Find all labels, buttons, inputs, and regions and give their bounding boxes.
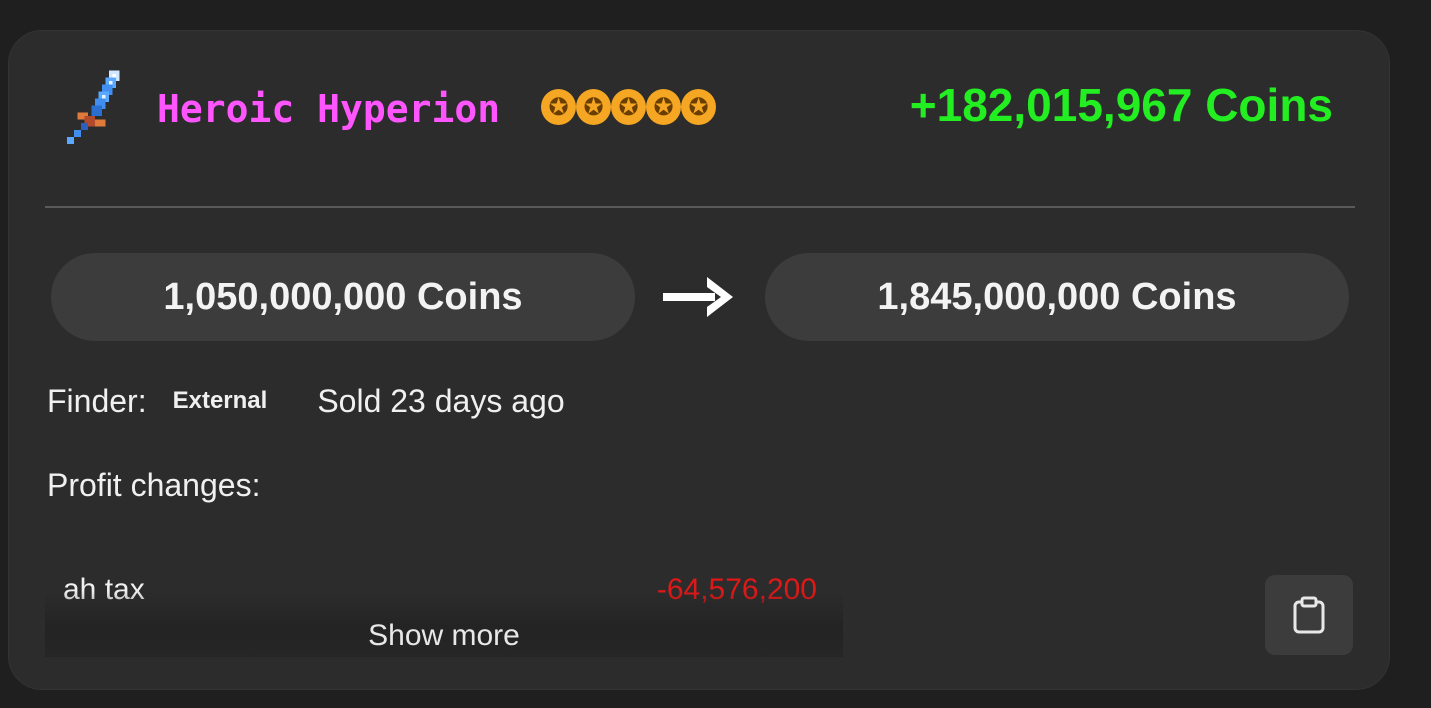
info-row: Finder: External Sold 23 days ago	[47, 379, 565, 423]
profit-changes-label: Profit changes:	[47, 467, 261, 503]
copy-button[interactable]	[1265, 575, 1353, 655]
star-icon: ✪	[646, 89, 681, 125]
star-icon: ✪	[611, 89, 646, 125]
star-rating: ✪ ✪ ✪ ✪ ✪	[541, 89, 716, 125]
divider	[45, 206, 1355, 208]
sell-price: 1,845,000,000 Coins	[765, 253, 1349, 341]
clipboard-icon	[1293, 596, 1325, 634]
buy-price: 1,050,000,000 Coins	[51, 253, 635, 341]
flip-card-header: Heroic Hyperion ✪ ✪ ✪ ✪ ✪ +182,015,967 C…	[9, 31, 1389, 201]
arrow-right-icon	[663, 277, 733, 317]
show-more-button[interactable]: Show more	[45, 619, 843, 653]
finder-label: Finder:	[47, 382, 147, 419]
profit-changes-list: ah tax -64,576,200 Show more	[45, 559, 843, 657]
star-icon: ✪	[576, 89, 611, 125]
star-icon: ✪	[541, 89, 576, 125]
item-name: Heroic Hyperion	[157, 87, 501, 131]
star-icon: ✪	[681, 89, 716, 125]
sword-icon	[67, 70, 120, 144]
finder-value: External	[172, 387, 268, 414]
profit-amount: +182,015,967 Coins	[909, 79, 1333, 131]
sold-time: Sold 23 days ago	[317, 382, 565, 419]
flip-card: Heroic Hyperion ✪ ✪ ✪ ✪ ✪ +182,015,967 C…	[8, 30, 1390, 690]
